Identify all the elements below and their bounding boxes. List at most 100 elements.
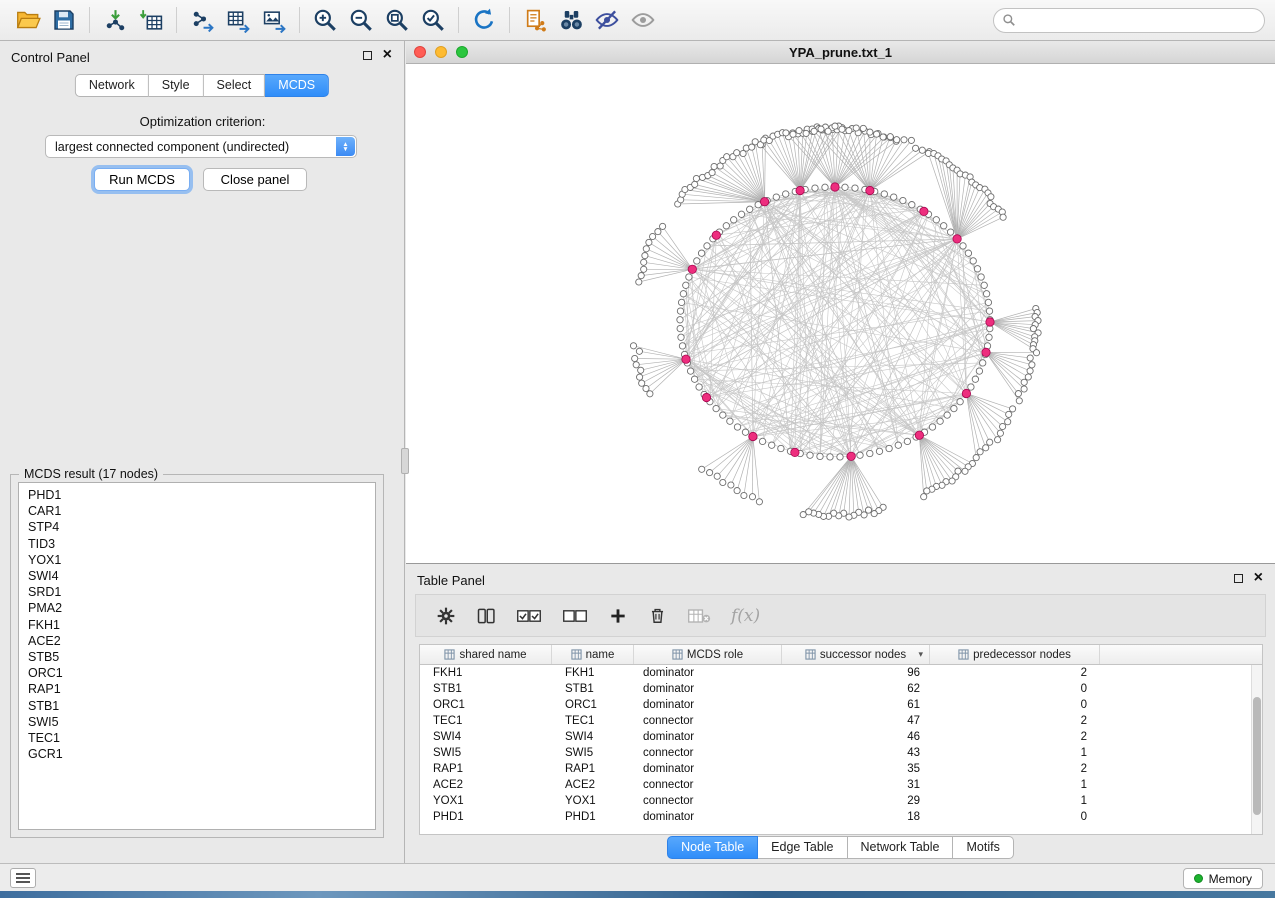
table-cell: dominator (634, 761, 782, 777)
mcds-result-item[interactable]: ORC1 (28, 665, 366, 681)
zoom-fit-button[interactable] (379, 3, 415, 37)
export-image-button[interactable] (256, 3, 292, 37)
tab-node-table[interactable]: Node Table (667, 836, 758, 859)
mcds-result-item[interactable]: TID3 (28, 536, 366, 552)
import-table-button[interactable] (133, 3, 169, 37)
mcds-result-item[interactable]: ACE2 (28, 633, 366, 649)
table-cell: RAP1 (420, 761, 552, 777)
criterion-dropdown[interactable]: largest connected component (undirected)… (45, 135, 357, 158)
export-network-button[interactable] (184, 3, 220, 37)
search-input[interactable] (1021, 13, 1256, 27)
tab-select[interactable]: Select (204, 74, 266, 97)
import-network-button[interactable] (97, 3, 133, 37)
node-table-header: shared name name MCDS role successor nod… (420, 645, 1262, 665)
column-header-successor-nodes[interactable]: successor nodes ▾ (782, 645, 930, 664)
mcds-result-item[interactable]: FKH1 (28, 617, 366, 633)
tab-edge-table[interactable]: Edge Table (758, 836, 847, 859)
float-panel-icon[interactable] (363, 51, 372, 60)
table-row[interactable]: ORC1ORC1dominator610 (420, 697, 1251, 713)
delete-column-button[interactable] (648, 606, 667, 625)
mcds-result-item[interactable]: SRD1 (28, 584, 366, 600)
mcds-result-item[interactable]: YOX1 (28, 552, 366, 568)
mcds-result-item[interactable]: STB5 (28, 649, 366, 665)
column-header-name[interactable]: name (552, 645, 634, 664)
mcds-result-item[interactable]: GCR1 (28, 746, 366, 762)
zoom-out-button[interactable] (343, 3, 379, 37)
close-table-panel-icon[interactable]: × (1254, 572, 1263, 584)
select-all-rows-button[interactable] (516, 607, 542, 625)
show-panels-button[interactable] (10, 868, 36, 888)
table-row[interactable]: PHD1PHD1dominator180 (420, 809, 1251, 825)
table-cell: 61 (782, 697, 930, 713)
column-header-shared-name[interactable]: shared name (420, 645, 552, 664)
manage-networks-button[interactable] (517, 3, 553, 37)
run-mcds-button[interactable]: Run MCDS (94, 168, 190, 191)
search-network-button[interactable] (553, 3, 589, 37)
mcds-result-item[interactable]: STB1 (28, 698, 366, 714)
table-settings-button[interactable] (436, 606, 456, 626)
table-cell (1100, 713, 1251, 729)
eye-icon (630, 7, 656, 33)
mcds-result-item[interactable]: CAR1 (28, 503, 366, 519)
column-header-mcds-role[interactable]: MCDS role (634, 645, 782, 664)
table-panel-title: Table Panel (417, 573, 485, 588)
column-header-predecessor-nodes[interactable]: predecessor nodes (930, 645, 1100, 664)
mcds-result-item[interactable]: STP4 (28, 519, 366, 535)
table-row[interactable]: STB1STB1dominator620 (420, 681, 1251, 697)
zoom-selected-button[interactable] (415, 3, 451, 37)
table-toolbar: f(x) (415, 594, 1266, 637)
tab-network[interactable]: Network (75, 74, 149, 97)
tab-mcds[interactable]: MCDS (265, 74, 329, 97)
table-cell (1100, 793, 1251, 809)
deselect-all-rows-button[interactable] (562, 607, 588, 625)
table-cell: ACE2 (420, 777, 552, 793)
mcds-result-item[interactable]: PHD1 (28, 487, 366, 503)
table-cell: STB1 (552, 681, 634, 697)
zoom-in-button[interactable] (307, 3, 343, 37)
columns-icon (476, 606, 496, 626)
close-panel-button[interactable]: Close panel (203, 168, 307, 191)
hide-selected-button[interactable] (589, 3, 625, 37)
table-row[interactable]: SWI5SWI5connector431 (420, 745, 1251, 761)
panel-splitter-handle[interactable] (401, 448, 409, 474)
table-row[interactable]: YOX1YOX1connector291 (420, 793, 1251, 809)
tab-motifs[interactable]: Motifs (953, 836, 1013, 859)
table-row[interactable]: RAP1RAP1dominator352 (420, 761, 1251, 777)
search-box[interactable] (993, 8, 1265, 33)
network-canvas[interactable] (406, 64, 1275, 563)
table-row[interactable]: TEC1TEC1connector472 (420, 713, 1251, 729)
mcds-result-item[interactable]: TEC1 (28, 730, 366, 746)
table-cell: TEC1 (552, 713, 634, 729)
show-column-button[interactable] (476, 606, 496, 626)
toolbar-separator (299, 7, 300, 33)
tab-style[interactable]: Style (149, 74, 204, 97)
scrollbar-thumb[interactable] (1253, 697, 1261, 815)
refresh-button[interactable] (466, 3, 502, 37)
mcds-result-item[interactable]: RAP1 (28, 681, 366, 697)
table-row[interactable]: FKH1FKH1dominator962 (420, 665, 1251, 681)
mcds-result-item[interactable]: PMA2 (28, 600, 366, 616)
function-builder-button[interactable]: f(x) (731, 606, 760, 626)
delete-table-button[interactable] (687, 607, 711, 625)
optimization-criterion-label: Optimization criterion: (0, 114, 405, 129)
create-column-button[interactable] (608, 606, 628, 626)
tab-network-table[interactable]: Network Table (848, 836, 954, 859)
table-row[interactable]: SWI4SWI4dominator462 (420, 729, 1251, 745)
table-cell: connector (634, 745, 782, 761)
memory-button[interactable]: Memory (1183, 868, 1263, 889)
export-table-button[interactable] (220, 3, 256, 37)
table-cell: SWI5 (552, 745, 634, 761)
table-scrollbar[interactable] (1251, 665, 1262, 834)
open-file-button[interactable] (10, 3, 46, 37)
delete-table-icon (687, 607, 711, 625)
document-share-icon (523, 8, 548, 33)
network-window-titlebar[interactable]: YPA_prune.txt_1 (406, 41, 1275, 64)
mcds-result-item[interactable]: SWI5 (28, 714, 366, 730)
float-table-panel-icon[interactable] (1234, 574, 1243, 583)
close-panel-icon[interactable]: × (383, 49, 392, 61)
show-all-button[interactable] (625, 3, 661, 37)
save-session-button[interactable] (46, 3, 82, 37)
mcds-result-item[interactable]: SWI4 (28, 568, 366, 584)
table-row[interactable]: ACE2ACE2connector311 (420, 777, 1251, 793)
mcds-result-list[interactable]: PHD1CAR1STP4TID3YOX1SWI4SRD1PMA2FKH1ACE2… (18, 482, 376, 830)
